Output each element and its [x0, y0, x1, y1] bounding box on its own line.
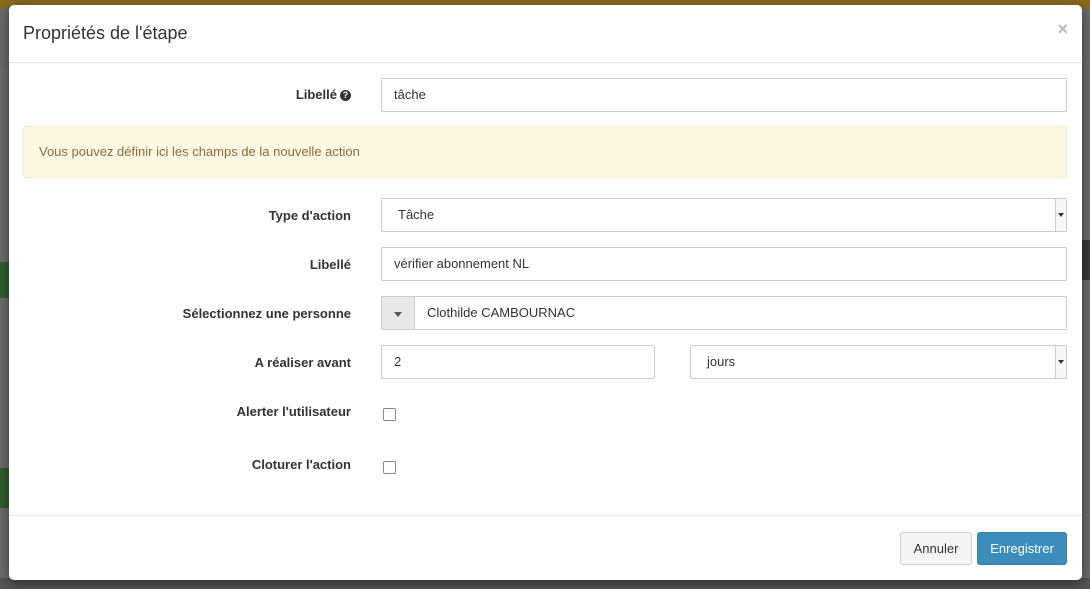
close-action-label: Cloturer l'action: [251, 457, 351, 472]
action-type-label: Type d'action: [268, 208, 351, 223]
person-select-label: Sélectionnez une personne: [182, 306, 351, 321]
step-label-text: Libellé: [295, 87, 337, 102]
due-unit-select[interactable]: jours: [690, 345, 1067, 379]
person-input[interactable]: Clothilde CAMBOURNAC: [414, 296, 1067, 330]
due-before-input[interactable]: 2: [381, 345, 655, 379]
step-label-input[interactable]: tâche: [381, 78, 1067, 112]
cancel-button[interactable]: Annuler: [900, 532, 972, 565]
select-arrow-icon: [1055, 199, 1066, 231]
alert-user-checkbox[interactable]: [383, 408, 396, 421]
action-label-label: Libellé: [309, 257, 351, 272]
person-dropdown-button[interactable]: [381, 296, 415, 330]
due-before-label: A réaliser avant: [254, 355, 351, 370]
action-type-value: Tâche: [398, 207, 435, 222]
question-circle-icon[interactable]: ?: [340, 90, 351, 101]
select-arrow-icon: [1055, 346, 1066, 378]
action-label-input[interactable]: vérifier abonnement NL: [381, 247, 1067, 281]
save-button[interactable]: Enregistrer: [977, 532, 1067, 565]
info-alert: Vous pouvez définir ici les champs de la…: [23, 126, 1067, 178]
due-unit-value: jours: [707, 354, 736, 369]
alert-user-label: Alerter l'utilisateur: [236, 404, 351, 419]
close-icon[interactable]: ×: [1057, 19, 1068, 40]
step-label-label: Libellé?: [21, 87, 351, 102]
modal-header: Propriétés de l'étape ×: [9, 5, 1082, 63]
modal-footer: Annuler Enregistrer: [9, 515, 1082, 580]
step-properties-modal: Propriétés de l'étape × Libellé? tâche V…: [9, 5, 1082, 580]
action-type-select[interactable]: Tâche: [381, 198, 1067, 232]
modal-title: Propriétés de l'étape: [23, 23, 188, 43]
close-action-checkbox[interactable]: [383, 461, 396, 474]
